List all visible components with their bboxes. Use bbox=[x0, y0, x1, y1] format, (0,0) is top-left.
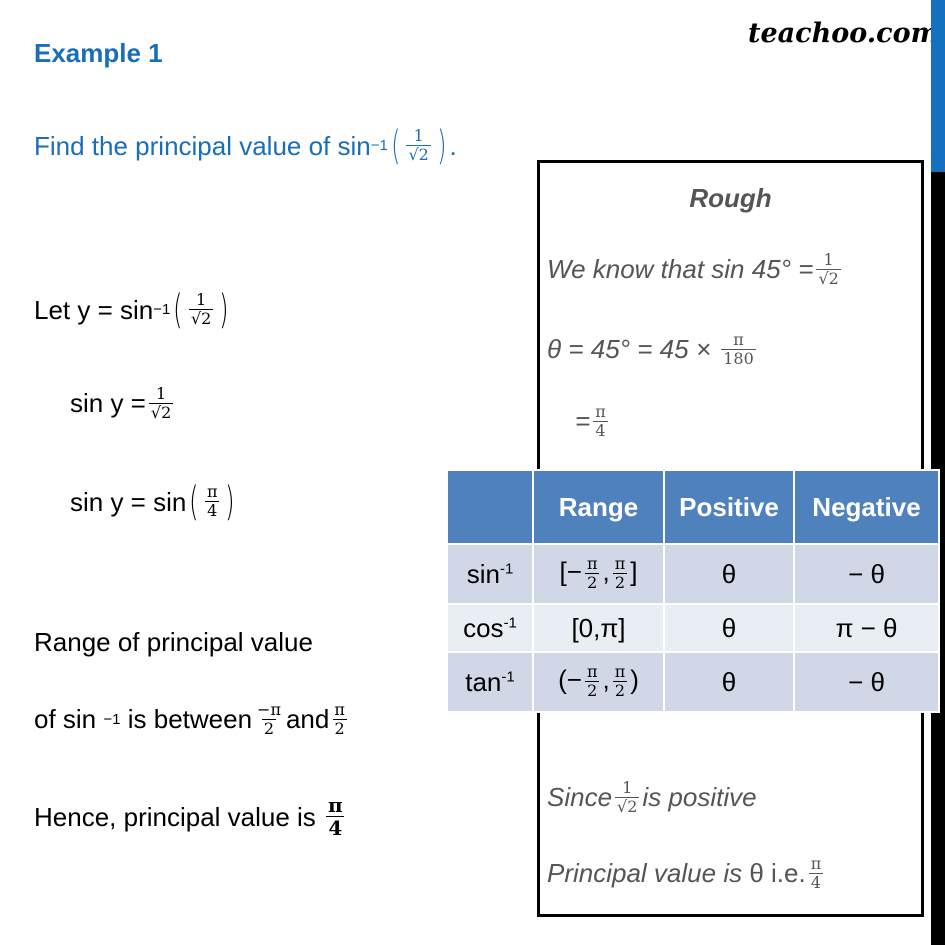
scrollbar-thumb[interactable] bbox=[931, 0, 945, 172]
fraction: 1 √2 bbox=[148, 384, 174, 422]
fraction: π 180 bbox=[721, 330, 756, 368]
fraction: 1 √2 bbox=[188, 290, 214, 328]
range-cell: (− π 2, π 2) bbox=[532, 651, 665, 713]
answer-fraction: π 4 bbox=[326, 793, 345, 840]
negative-cell: − θ bbox=[793, 543, 940, 605]
function-cell: sin-1 bbox=[446, 543, 534, 605]
range-cell: [− π 2, π 2] bbox=[532, 543, 665, 605]
negative-cell: π − θ bbox=[793, 603, 940, 653]
rough-line-2: θ = 45° = 45 × π 180 bbox=[547, 330, 756, 368]
teachoo-logo: teachoo.com bbox=[748, 18, 940, 49]
solution-line-1: Let y = sin −1 ( 1 √2 ) bbox=[34, 287, 229, 333]
table-row: sin-1 [− π 2, π 2] θ − θ bbox=[446, 543, 940, 605]
rough-line-1: We know that sin 45° = 1 √2 bbox=[547, 250, 841, 288]
solution-answer: Hence, principal value is π 4 bbox=[34, 793, 345, 840]
fraction: π 4 bbox=[808, 854, 824, 892]
table-header-row: Range Positive Negative bbox=[446, 469, 940, 545]
question-text: Find the principal value of sin −1 ( 1 √… bbox=[34, 123, 457, 169]
solution-line-4: Range of principal value bbox=[34, 627, 313, 657]
table-row: tan-1 (− π 2, π 2) θ − θ bbox=[446, 651, 940, 713]
fraction: −π 2 bbox=[257, 700, 281, 738]
positive-cell: θ bbox=[663, 543, 795, 605]
table-row: cos-1 [0,π] θ π − θ bbox=[446, 603, 940, 653]
fraction: π 4 bbox=[593, 402, 608, 440]
table-header-range: Range bbox=[532, 469, 665, 545]
open-paren: ( bbox=[390, 123, 401, 169]
fraction: π 2 bbox=[332, 700, 347, 738]
fraction: 1 √2 bbox=[816, 250, 841, 288]
rough-title: Rough bbox=[689, 183, 772, 213]
close-paren: ) bbox=[436, 123, 447, 169]
question-prefix: Find the principal value of sin bbox=[34, 130, 371, 161]
function-cell: cos-1 bbox=[446, 603, 534, 653]
function-cell: tan-1 bbox=[446, 651, 534, 713]
solution-line-5: of sin −1 is between −π 2 and π 2 bbox=[34, 700, 347, 738]
rough-line-5: Principal value is θ i.e. π 4 bbox=[547, 854, 824, 892]
negative-cell: − θ bbox=[793, 651, 940, 713]
question-fraction: 1 √2 bbox=[406, 126, 431, 164]
range-cell: [0,π] bbox=[532, 603, 665, 653]
inverse-trig-range-table: Range Positive Negative sin-1 [− π 2, π 2] θ… bbox=[446, 469, 940, 713]
fraction: 1 √2 bbox=[615, 778, 640, 816]
table-header-negative: Negative bbox=[793, 469, 940, 545]
table-header-empty bbox=[446, 469, 534, 545]
solution-line-3: sin y = sin ( π 4 ) bbox=[70, 479, 235, 525]
example-title: Example 1 bbox=[34, 38, 163, 68]
rough-line-3: = π 4 bbox=[575, 402, 608, 440]
rough-line-4: Since 1 √2 is positive bbox=[547, 778, 757, 816]
solution-line-2: sin y = 1 √2 bbox=[70, 384, 174, 422]
table-header-positive: Positive bbox=[663, 469, 795, 545]
fraction: π 4 bbox=[205, 482, 220, 520]
positive-cell: θ bbox=[663, 603, 795, 653]
positive-cell: θ bbox=[663, 651, 795, 713]
